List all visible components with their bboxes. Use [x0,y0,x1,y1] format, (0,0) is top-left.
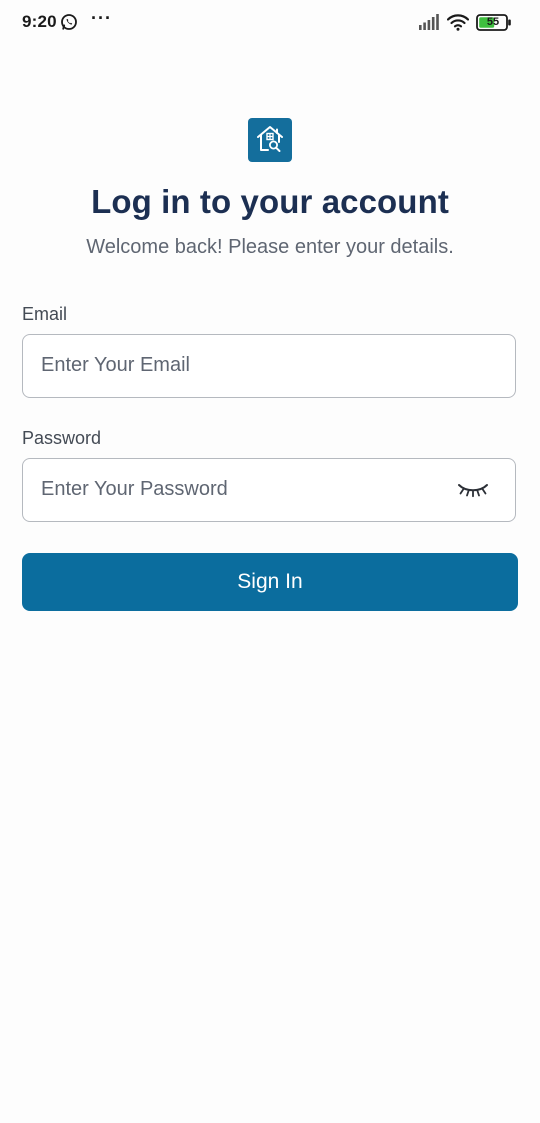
sign-in-button[interactable]: Sign In [22,553,518,611]
password-field-container[interactable] [22,458,516,522]
battery-level: 55 [486,16,500,28]
password-label: Password [22,428,102,448]
house-search-icon [257,126,283,152]
eye-closed-icon[interactable] [457,481,489,499]
page-title: Log in to your account [91,183,449,220]
email-input[interactable] [41,335,461,396]
status-bar: 9:20 ··· 55 [0,0,540,46]
page-subtitle: Welcome back! Please enter your details. [86,236,454,258]
wifi-icon [447,14,469,31]
whatsapp-icon [61,14,77,30]
email-label: Email [22,304,68,324]
signal-icon [419,14,439,30]
password-input[interactable] [41,459,461,520]
app-logo [248,118,292,162]
status-more-dots: ··· [91,8,112,28]
status-time: 9:20 [22,12,57,31]
email-field-container[interactable] [22,334,516,398]
